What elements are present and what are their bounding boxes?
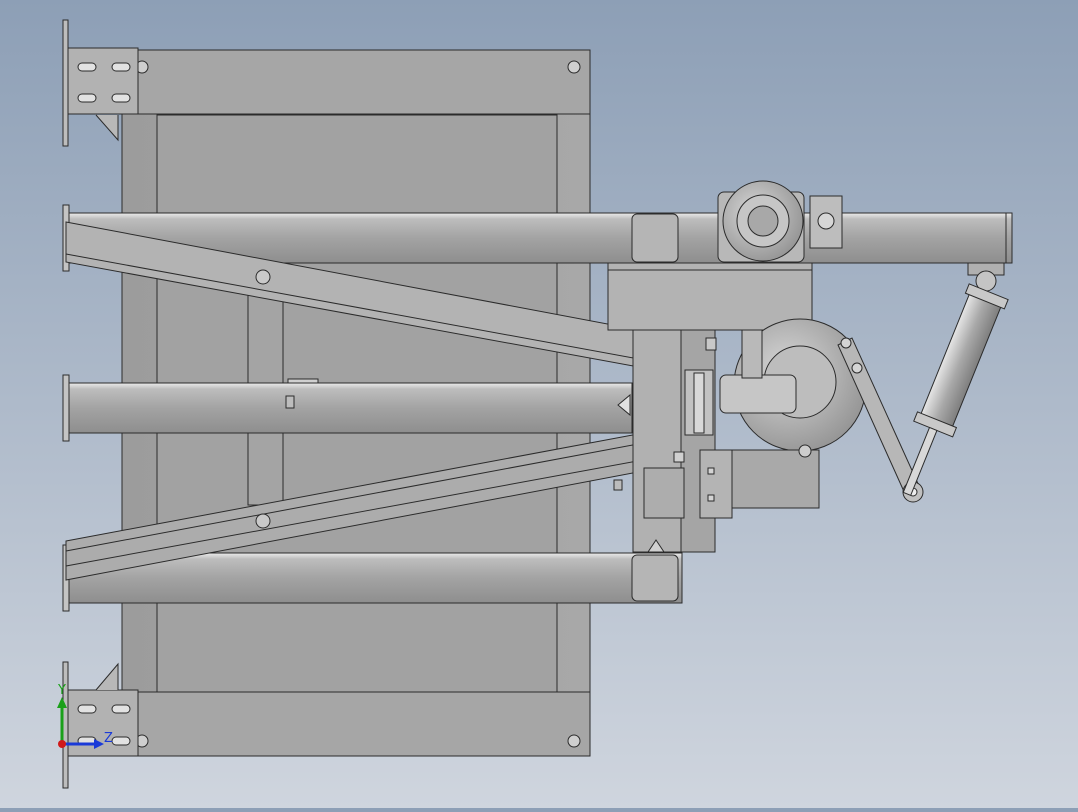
cad-viewport[interactable]: Y Z	[0, 0, 1078, 808]
axis-y-label: Y	[57, 683, 66, 698]
bolt-hole	[567, 734, 581, 748]
middle-beam	[65, 382, 633, 434]
top-rail	[121, 49, 591, 115]
axis-z-label: Z	[104, 731, 113, 746]
bolt-hole	[567, 60, 581, 74]
gearbox	[607, 262, 813, 331]
beam-end-cap	[631, 554, 679, 602]
bottom-rail	[121, 691, 591, 757]
assembly-drawing: Y Z	[57, 19, 1013, 789]
beam-end-cap	[631, 213, 679, 263]
